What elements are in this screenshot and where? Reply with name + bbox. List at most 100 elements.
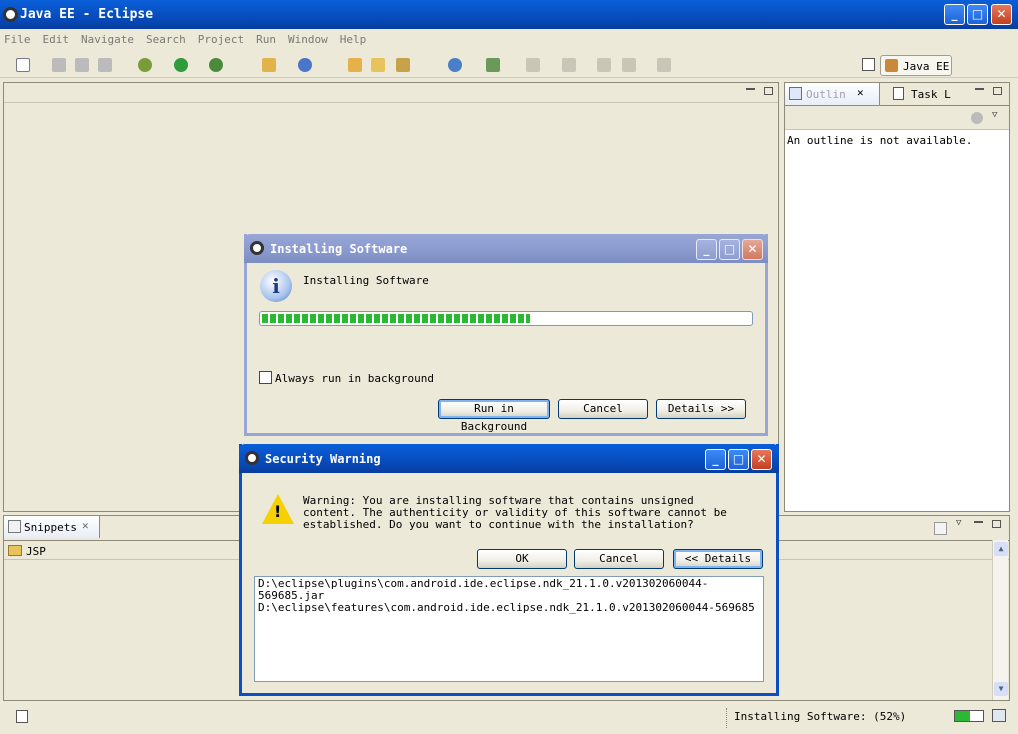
editor-minimize-icon[interactable] [746,87,755,90]
outline-minimize-icon[interactable] [975,87,984,90]
fast-view-icon[interactable] [16,710,28,723]
install-progress-bar [259,311,753,326]
status-bar: Installing Software: (52%) [0,704,1018,734]
installing-dialog-minimize-button[interactable]: _ [696,239,717,260]
install-details-button[interactable]: Details >> [656,399,746,419]
outline-maximize-icon[interactable] [993,87,1002,95]
jsp-folder-icon [8,545,22,556]
search-tool-icon[interactable] [396,58,410,72]
progress-view-icon[interactable] [992,709,1006,722]
security-details-button[interactable]: << Details [673,549,763,569]
menu-bar: File Edit Navigate Search Project Run Window He… [4,32,378,48]
installing-dialog-maximize-button[interactable]: □ [719,239,740,260]
menu-project[interactable]: Project [198,33,244,46]
outline-icon [789,87,802,100]
security-dialog-title-bar: Security Warning _ □ ✕ [239,444,779,473]
security-dialog-title: Security Warning [265,452,381,466]
security-dialog-maximize-button[interactable]: □ [728,449,749,470]
always-background-label[interactable]: Always run in background [275,372,434,385]
print-icon[interactable] [98,58,112,72]
menu-help[interactable]: Help [340,33,367,46]
security-dialog-eclipse-icon [245,451,259,465]
installing-dialog-title: Installing Software [270,242,408,256]
deploy-icon[interactable] [486,58,500,72]
run-server-icon[interactable] [209,58,223,72]
maximize-button[interactable]: □ [967,4,988,25]
status-text: Installing Software: (52%) [734,710,907,723]
next-annotation-icon[interactable] [526,58,540,72]
info-icon: i [260,270,292,302]
open-perspective-icon[interactable] [862,58,875,71]
task-list-icon [893,87,904,100]
new-server-icon[interactable] [262,58,276,72]
unsigned-content-list[interactable]: D:\eclipse\plugins\com.android.ide.eclip… [254,576,764,682]
status-progress[interactable] [954,710,984,722]
snippets-item-jsp: JSP [26,545,46,558]
eclipse-logo-icon [3,7,18,22]
external-tools-icon[interactable] [298,58,312,72]
globe-icon[interactable] [448,58,462,72]
unsigned-content-item[interactable]: D:\eclipse\plugins\com.android.ide.eclip… [258,578,760,602]
menu-edit[interactable]: Edit [43,33,70,46]
forward-icon[interactable] [657,58,671,72]
minimize-button[interactable]: _ [944,4,965,25]
install-cancel-button[interactable]: Cancel [558,399,648,419]
snippets-scrollbar[interactable]: ▲ ▼ [992,540,1008,700]
outline-view: Outlin ✕ Task L ▽ An outline is not avai… [784,82,1010,512]
close-button[interactable]: ✕ [991,4,1012,25]
security-warning-message: Warning: You are installing software tha… [303,494,727,531]
security-dialog-close-button[interactable]: ✕ [751,449,772,470]
outline-tab[interactable]: Outlin ✕ [785,83,880,105]
snippets-tab[interactable]: Snippets ✕ [4,516,100,538]
snippets-maximize-icon[interactable] [992,520,1001,528]
scroll-up-icon[interactable]: ▲ [994,542,1008,556]
debug-icon[interactable] [138,58,152,72]
menu-navigate[interactable]: Navigate [81,33,134,46]
save-all-icon[interactable] [75,58,89,72]
unsigned-content-item[interactable]: D:\eclipse\features\com.android.ide.ecli… [258,602,760,614]
editor-maximize-icon[interactable] [764,87,773,95]
outline-tab-close-icon[interactable]: ✕ [857,86,864,99]
run-icon[interactable] [174,58,188,72]
java-ee-perspective-icon [885,59,898,72]
security-dialog: Security Warning _ □ ✕ ! Warning: You ar… [239,444,779,696]
security-dialog-minimize-button[interactable]: _ [705,449,726,470]
installing-dialog-eclipse-icon [250,241,264,255]
prev-annotation-icon[interactable] [562,58,576,72]
installing-message: Installing Software [303,274,429,287]
open-folder-icon[interactable] [371,58,385,72]
security-cancel-button[interactable]: Cancel [574,549,664,569]
task-list-tab-label: Task L [911,88,951,101]
menu-search[interactable]: Search [146,33,186,46]
menu-run[interactable]: Run [256,33,276,46]
installing-dialog-title-bar: Installing Software _ □ ✕ [244,234,768,263]
last-edit-icon[interactable] [597,58,611,72]
view-menu-icon[interactable]: ▽ [992,110,997,120]
snippets-view-menu-icon[interactable]: ▽ [956,518,961,528]
always-background-checkbox[interactable] [259,371,272,384]
perspective-label: Java EE [903,60,950,73]
menu-window[interactable]: Window [288,33,328,46]
status-progress-fill [955,711,970,721]
installing-dialog: Installing Software _ □ ✕ i Installing S… [244,234,768,436]
open-type-icon[interactable] [348,58,362,72]
sync-icon[interactable] [971,112,983,124]
installing-dialog-close-button[interactable]: ✕ [742,239,763,260]
menu-file[interactable]: File [4,33,31,46]
outline-message: An outline is not available. [787,134,973,147]
security-ok-button[interactable]: OK [477,549,567,569]
install-progress-fill [262,314,531,323]
run-in-background-button[interactable]: Run in Background [438,399,550,433]
new-icon[interactable] [16,58,30,72]
snippets-minimize-icon[interactable] [974,520,983,523]
save-icon[interactable] [52,58,66,72]
window-title: Java EE - Eclipse [20,7,154,22]
snippets-tab-label: Snippets [24,521,77,534]
snippets-tab-close-icon[interactable]: ✕ [82,519,89,532]
scroll-down-icon[interactable]: ▼ [994,682,1008,696]
task-list-tab[interactable]: Task L [887,83,955,105]
back-icon[interactable] [622,58,636,72]
outline-tab-label: Outlin [806,88,846,101]
perspective-switch[interactable]: Java EE [880,55,952,76]
snippets-customize-icon[interactable] [934,522,947,535]
